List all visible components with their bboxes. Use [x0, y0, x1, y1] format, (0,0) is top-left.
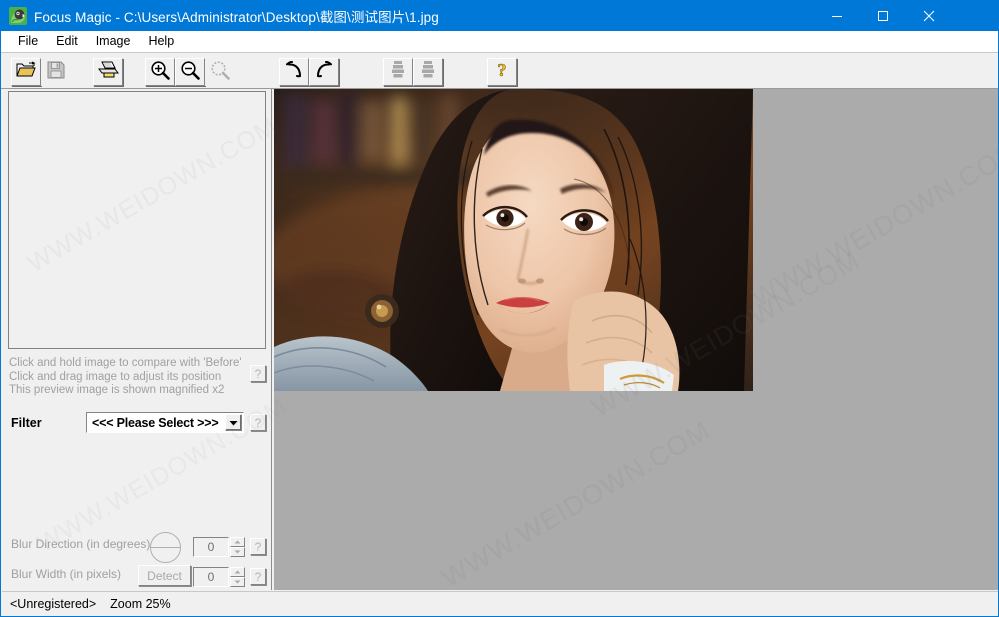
filter-select-value: <<< Please Select >>> — [92, 415, 219, 430]
redo-icon — [314, 60, 334, 84]
zoom-fit-button[interactable] — [205, 58, 235, 86]
open-file-button[interactable] — [11, 58, 41, 86]
blur-width-input[interactable]: 0 — [193, 567, 229, 587]
blur-width-row: Blur Width (in pixels) Detect 0 ? — [2, 561, 271, 587]
print-icon — [97, 60, 119, 84]
stepper-down-icon[interactable] — [230, 547, 245, 557]
application-window: Focus Magic - C:\Users\Administrator\Des… — [0, 0, 999, 617]
parrot-icon — [9, 7, 27, 25]
zoom-level: Zoom 25% — [110, 597, 171, 611]
stepper-up-icon[interactable] — [230, 537, 245, 547]
menu-item-help[interactable]: Help — [139, 32, 183, 51]
maximize-icon[interactable] — [860, 1, 906, 31]
zoom-in-icon — [150, 60, 170, 85]
apply-filter-button[interactable] — [383, 58, 413, 86]
title-bar: Focus Magic - C:\Users\Administrator\Des… — [1, 1, 998, 31]
preview-hints: Click and hold image to compare with 'Be… — [9, 357, 249, 398]
undo-icon — [284, 60, 304, 84]
portrait-photo[interactable] — [274, 89, 753, 391]
apply-filter-all-button[interactable] — [413, 58, 443, 86]
hint-line-2: Click and drag image to adjust its posit… — [9, 370, 222, 383]
angle-dial-icon[interactable] — [150, 532, 181, 563]
toolbar: ? — [1, 54, 998, 89]
window-title: Focus Magic - C:\Users\Administrator\Des… — [34, 10, 439, 25]
menu-bar: File Edit Image Help — [1, 31, 998, 53]
preview-thumbnail[interactable] — [8, 91, 266, 349]
preview-help-button[interactable]: ? — [250, 365, 266, 382]
save-file-button[interactable] — [41, 58, 71, 86]
zoom-out-icon — [180, 60, 200, 85]
stepper-up-icon[interactable] — [230, 567, 245, 577]
save-disk-icon — [47, 61, 65, 84]
blur-stack-icon — [389, 60, 407, 84]
blur-width-help-button[interactable]: ? — [250, 568, 266, 585]
blur-width-stepper[interactable] — [230, 567, 245, 587]
filter-select[interactable]: <<< Please Select >>> — [86, 412, 244, 433]
filter-row: Filter <<< Please Select >>> ? — [2, 411, 271, 437]
undo-button[interactable] — [279, 58, 309, 86]
close-icon[interactable] — [906, 1, 952, 31]
svg-text:?: ? — [498, 60, 507, 79]
zoom-in-button[interactable] — [145, 58, 175, 86]
help-button[interactable]: ? — [487, 58, 517, 86]
filter-label: Filter — [11, 416, 42, 430]
filter-help-button[interactable]: ? — [250, 414, 266, 431]
image-canvas[interactable]: WWW.WEIDOWN.COM WWW.WEIDOWN.COM WWW.WEID… — [274, 89, 998, 590]
stepper-down-icon[interactable] — [230, 577, 245, 587]
help-question-icon: ? — [494, 60, 510, 84]
menu-item-edit[interactable]: Edit — [47, 32, 87, 51]
blur-direction-label: Blur Direction (in degrees) — [11, 537, 151, 551]
hint-line-1: Click and hold image to compare with 'Be… — [9, 357, 242, 369]
open-folder-icon — [16, 61, 36, 84]
blur-direction-input[interactable]: 0 — [193, 537, 229, 557]
minimize-icon[interactable] — [814, 1, 860, 31]
chevron-down-icon[interactable] — [225, 414, 242, 431]
hint-line-3: This preview image is shown magnified x2 — [9, 384, 225, 396]
zoom-out-button[interactable] — [175, 58, 205, 86]
menu-item-image[interactable]: Image — [87, 32, 140, 51]
redo-button[interactable] — [309, 58, 339, 86]
blur-direction-stepper[interactable] — [230, 537, 245, 557]
watermark-text: WWW.WEIDOWN.COM — [436, 414, 716, 590]
registration-status: <Unregistered> — [10, 597, 97, 611]
blur-stack-icon — [419, 60, 437, 84]
print-button[interactable] — [93, 58, 123, 86]
menu-item-file[interactable]: File — [9, 32, 47, 51]
blur-direction-help-button[interactable]: ? — [250, 538, 266, 555]
left-control-panel: Click and hold image to compare with 'Be… — [2, 89, 271, 615]
status-bar: <Unregistered> Zoom 25% — [2, 591, 998, 616]
zoom-fit-icon — [210, 60, 230, 85]
blur-direction-row: Blur Direction (in degrees) 0 ? — [2, 531, 271, 563]
blur-width-label: Blur Width (in pixels) — [11, 567, 122, 581]
watermark-text: WWW.WEIDOWN.COM — [746, 134, 998, 314]
detect-button[interactable]: Detect — [138, 565, 191, 586]
